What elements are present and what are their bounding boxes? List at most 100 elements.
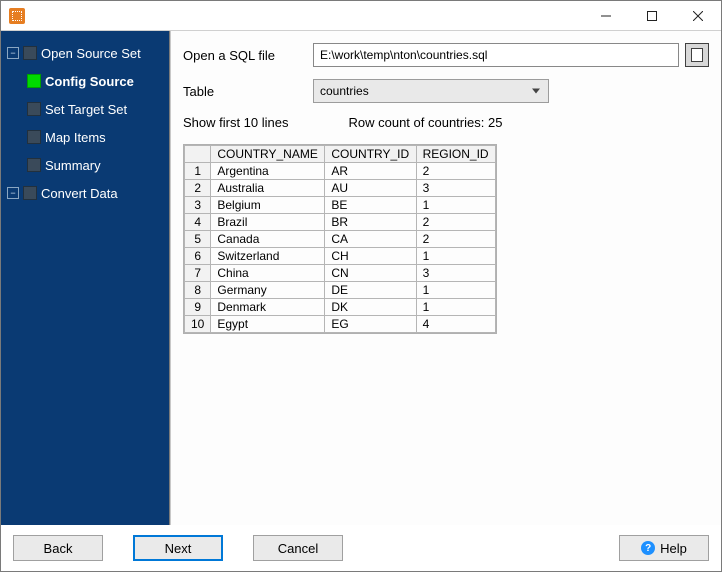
collapse-icon[interactable]: − (7, 47, 19, 59)
col-header[interactable]: REGION_ID (416, 146, 495, 163)
table-header-row: COUNTRY_NAME COUNTRY_ID REGION_ID (185, 146, 496, 163)
tree-label: Summary (45, 158, 101, 173)
tree-label: Convert Data (41, 186, 118, 201)
row-number: 7 (185, 265, 211, 282)
col-header[interactable]: COUNTRY_NAME (211, 146, 325, 163)
info-row: Show first 10 lines Row count of countri… (183, 115, 709, 130)
tree-label: Open Source Set (41, 46, 141, 61)
file-row: Open a SQL file E:\work\temp\nton\countr… (183, 43, 709, 67)
next-button[interactable]: Next (133, 535, 223, 561)
step-box-icon (23, 46, 37, 60)
tree-item-summary[interactable]: Summary (1, 151, 169, 179)
table-cell: 4 (416, 316, 495, 333)
table-row[interactable]: 7ChinaCN3 (185, 265, 496, 282)
table-row[interactable]: 3BelgiumBE1 (185, 197, 496, 214)
maximize-button[interactable] (629, 1, 675, 31)
tree-item-open-source-set[interactable]: − Open Source Set (1, 39, 169, 67)
table-row[interactable]: 5CanadaCA2 (185, 231, 496, 248)
row-number: 1 (185, 163, 211, 180)
table-cell: DK (325, 299, 416, 316)
titlebar (1, 1, 721, 31)
table-cell: Argentina (211, 163, 325, 180)
tree-label: Config Source (45, 74, 134, 89)
open-sql-file-label: Open a SQL file (183, 48, 313, 63)
content-panel: Open a SQL file E:\work\temp\nton\countr… (170, 31, 721, 525)
table-cell: Canada (211, 231, 325, 248)
help-icon: ? (641, 541, 655, 555)
wizard-sidebar: − Open Source Set Config Source Set Targ… (1, 31, 170, 525)
table-row[interactable]: 2AustraliaAU3 (185, 180, 496, 197)
table-cell: AR (325, 163, 416, 180)
table-cell: 2 (416, 231, 495, 248)
table-cell: 1 (416, 248, 495, 265)
table-cell: Switzerland (211, 248, 325, 265)
step-box-icon (27, 74, 41, 88)
preview-table: COUNTRY_NAME COUNTRY_ID REGION_ID 1Argen… (183, 144, 497, 334)
step-box-icon (27, 102, 41, 116)
main: − Open Source Set Config Source Set Targ… (1, 31, 721, 525)
row-number: 4 (185, 214, 211, 231)
row-number: 6 (185, 248, 211, 265)
table-row[interactable]: 4BrazilBR2 (185, 214, 496, 231)
row-number: 10 (185, 316, 211, 333)
sql-file-input[interactable]: E:\work\temp\nton\countries.sql (313, 43, 679, 67)
collapse-icon[interactable]: − (7, 187, 19, 199)
table-cell: CH (325, 248, 416, 265)
file-icon (691, 48, 703, 62)
tree-item-set-target-set[interactable]: Set Target Set (1, 95, 169, 123)
row-number: 5 (185, 231, 211, 248)
tree-item-map-items[interactable]: Map Items (1, 123, 169, 151)
table-cell: Belgium (211, 197, 325, 214)
table-cell: AU (325, 180, 416, 197)
back-button[interactable]: Back (13, 535, 103, 561)
table-cell: 1 (416, 299, 495, 316)
table-cell: EG (325, 316, 416, 333)
minimize-button[interactable] (583, 1, 629, 31)
help-button-label: Help (660, 541, 687, 556)
table-select[interactable]: countries (313, 79, 549, 103)
col-header[interactable]: COUNTRY_ID (325, 146, 416, 163)
table-cell: 1 (416, 282, 495, 299)
table-cell: 2 (416, 214, 495, 231)
table-row[interactable]: 10EgyptEG4 (185, 316, 496, 333)
table-cell: Egypt (211, 316, 325, 333)
browse-file-button[interactable] (685, 43, 709, 67)
table-cell: 3 (416, 180, 495, 197)
table-select-value: countries (320, 84, 369, 98)
cancel-button[interactable]: Cancel (253, 535, 343, 561)
step-box-icon (27, 130, 41, 144)
form-area: Open a SQL file E:\work\temp\nton\countr… (171, 31, 721, 144)
table-row[interactable]: 1ArgentinaAR2 (185, 163, 496, 180)
button-bar: Back Next Cancel ? Help (1, 525, 721, 571)
step-box-icon (27, 158, 41, 172)
app-icon (9, 8, 25, 24)
step-box-icon (23, 186, 37, 200)
row-number: 2 (185, 180, 211, 197)
row-number: 9 (185, 299, 211, 316)
table-cell: China (211, 265, 325, 282)
tree-label: Map Items (45, 130, 106, 145)
show-first-lines-label: Show first 10 lines (183, 115, 289, 130)
tree-item-convert-data[interactable]: − Convert Data (1, 179, 169, 207)
table-cell: Germany (211, 282, 325, 299)
table-row[interactable]: 6SwitzerlandCH1 (185, 248, 496, 265)
row-number: 3 (185, 197, 211, 214)
table-cell: CA (325, 231, 416, 248)
tree-item-config-source[interactable]: Config Source (1, 67, 169, 95)
row-number: 8 (185, 282, 211, 299)
tree-label: Set Target Set (45, 102, 127, 117)
table-row[interactable]: 8GermanyDE1 (185, 282, 496, 299)
help-button[interactable]: ? Help (619, 535, 709, 561)
table-cell: 1 (416, 197, 495, 214)
table-cell: Australia (211, 180, 325, 197)
table-cell: CN (325, 265, 416, 282)
table-cell: Denmark (211, 299, 325, 316)
table-label: Table (183, 84, 313, 99)
row-count-label: Row count of countries: 25 (349, 115, 503, 130)
table-row[interactable]: 9DenmarkDK1 (185, 299, 496, 316)
table-cell: DE (325, 282, 416, 299)
close-button[interactable] (675, 1, 721, 31)
table-cell: 2 (416, 163, 495, 180)
table-corner (185, 146, 211, 163)
table-row: Table countries (183, 79, 709, 103)
